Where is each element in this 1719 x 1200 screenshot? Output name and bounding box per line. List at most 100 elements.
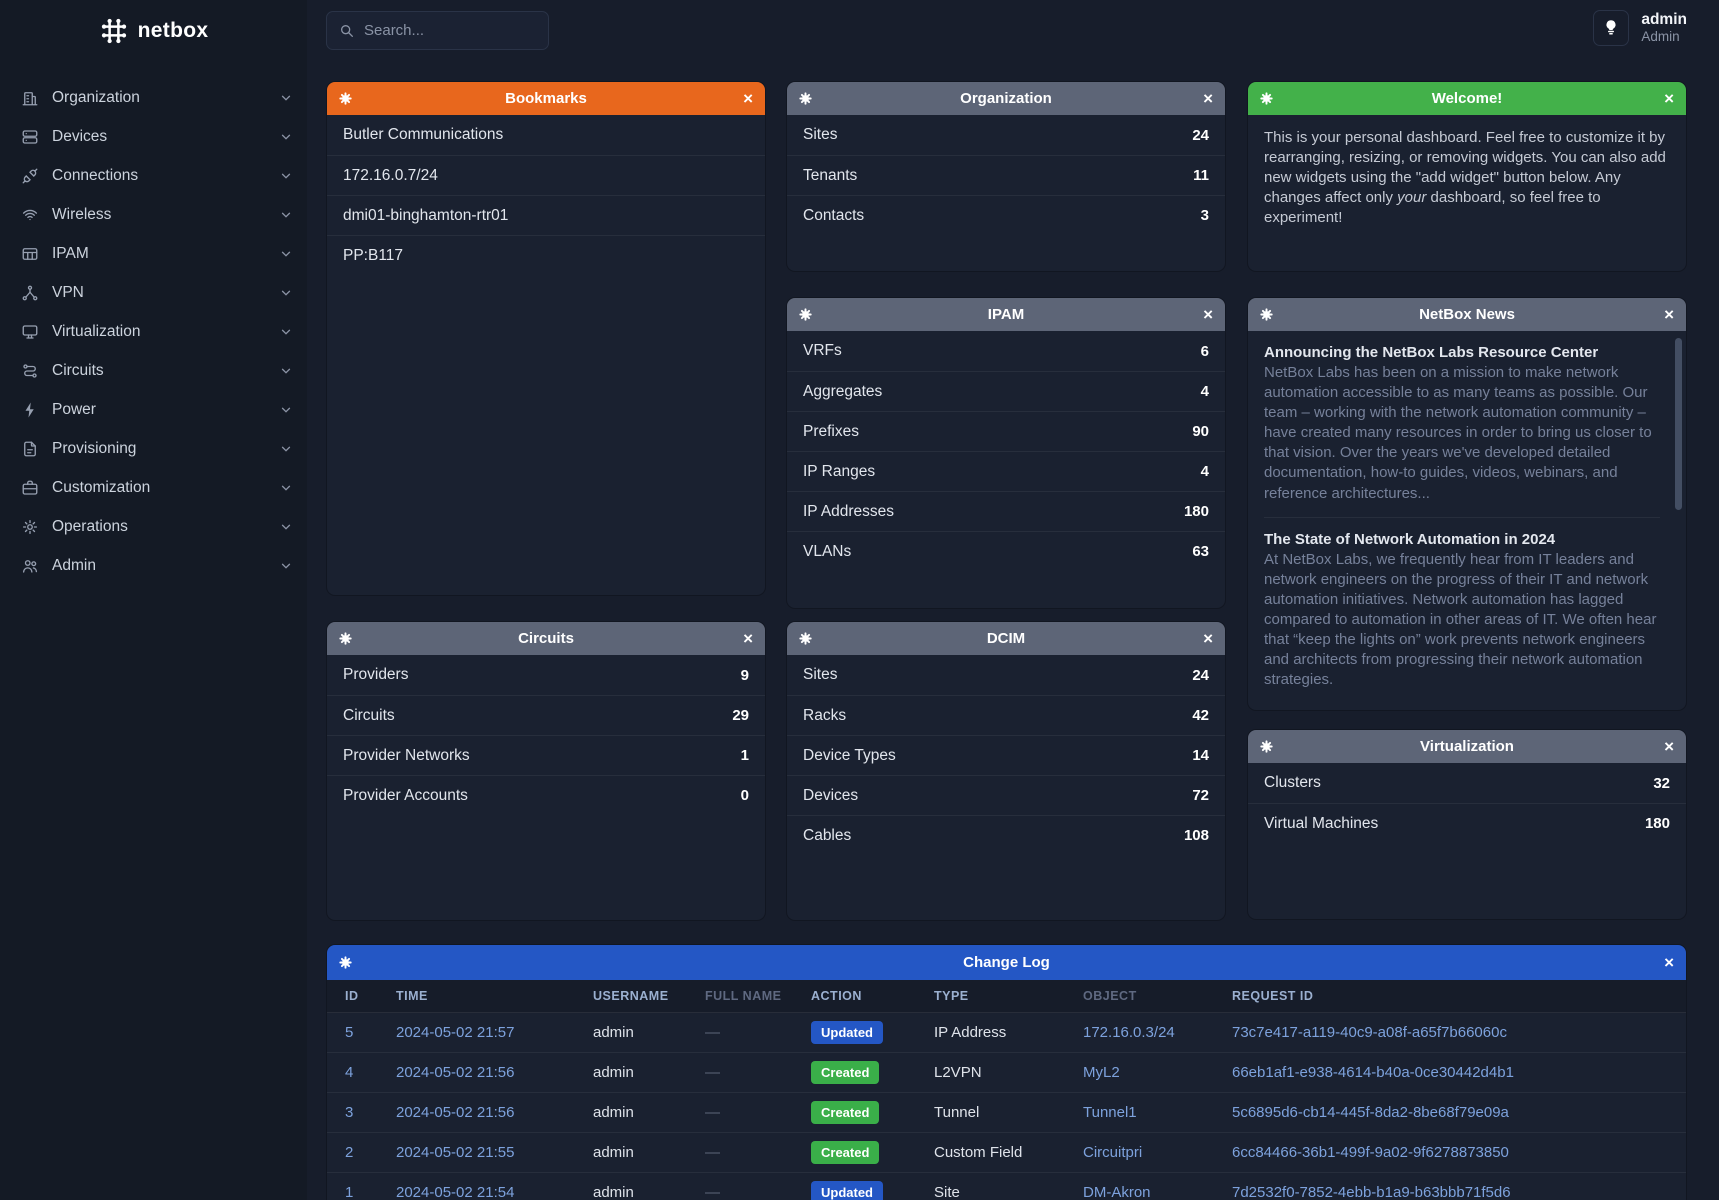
- stat-label[interactable]: Clusters: [1264, 774, 1321, 792]
- bookmark-item[interactable]: PP:B117: [327, 235, 765, 275]
- close-icon[interactable]: ×: [1664, 90, 1674, 107]
- change-time-link[interactable]: 2024-05-02 21:57: [396, 1024, 514, 1041]
- stat-label[interactable]: Racks: [803, 707, 846, 725]
- gear-icon[interactable]: [799, 92, 812, 105]
- sidebar-item-customization[interactable]: Customization: [0, 468, 307, 507]
- news-article-title[interactable]: The State of Network Automation in 2024: [1264, 531, 1660, 548]
- sidebar-item-circuits[interactable]: Circuits: [0, 351, 307, 390]
- sidebar-item-connections[interactable]: Connections: [0, 156, 307, 195]
- change-time-link[interactable]: 2024-05-02 21:54: [396, 1184, 514, 1200]
- sidebar-item-virtualization[interactable]: Virtualization: [0, 312, 307, 351]
- sidebar-item-wireless[interactable]: Wireless: [0, 195, 307, 234]
- gear-icon[interactable]: [339, 92, 352, 105]
- close-icon[interactable]: ×: [743, 90, 753, 107]
- change-time-link[interactable]: 2024-05-02 21:55: [396, 1144, 514, 1161]
- gear-icon[interactable]: [1260, 740, 1273, 753]
- stat-value[interactable]: 32: [1653, 775, 1670, 792]
- stat-value[interactable]: 42: [1192, 707, 1209, 724]
- stat-value[interactable]: 1: [741, 747, 749, 764]
- stat-label[interactable]: Tenants: [803, 167, 857, 185]
- stat-value[interactable]: 14: [1192, 747, 1209, 764]
- change-object-link[interactable]: Tunnel1: [1083, 1104, 1137, 1121]
- gear-icon[interactable]: [1260, 92, 1273, 105]
- stat-value[interactable]: 24: [1192, 127, 1209, 144]
- stat-label[interactable]: Sites: [803, 126, 837, 144]
- news-article-title[interactable]: Announcing the NetBox Labs Resource Cent…: [1264, 344, 1660, 361]
- change-id-link[interactable]: 2: [345, 1144, 353, 1161]
- change-id-link[interactable]: 5: [345, 1024, 353, 1041]
- close-icon[interactable]: ×: [1664, 954, 1674, 971]
- gear-icon[interactable]: [339, 956, 352, 969]
- change-object-link[interactable]: MyL2: [1083, 1064, 1120, 1081]
- stat-value[interactable]: 72: [1192, 787, 1209, 804]
- search-input[interactable]: [364, 22, 536, 39]
- sidebar-item-ipam[interactable]: IPAM: [0, 234, 307, 273]
- change-id-link[interactable]: 4: [345, 1064, 353, 1081]
- sidebar-item-vpn[interactable]: VPN: [0, 273, 307, 312]
- stat-label[interactable]: Contacts: [803, 207, 864, 225]
- stat-label[interactable]: Devices: [803, 787, 858, 805]
- stat-label[interactable]: VLANs: [803, 543, 851, 561]
- stat-label[interactable]: Providers: [343, 666, 408, 684]
- change-time-link[interactable]: 2024-05-02 21:56: [396, 1104, 514, 1121]
- gear-icon[interactable]: [799, 308, 812, 321]
- user-menu[interactable]: admin Admin: [1593, 10, 1687, 46]
- stat-label[interactable]: Device Types: [803, 747, 896, 765]
- stat-label[interactable]: Prefixes: [803, 423, 859, 441]
- change-request-id-link[interactable]: 73c7e417-a119-40c9-a08f-a65f7b66060c: [1232, 1024, 1507, 1041]
- stat-label[interactable]: Virtual Machines: [1264, 815, 1378, 833]
- close-icon[interactable]: ×: [1203, 630, 1213, 647]
- stat-label[interactable]: Sites: [803, 666, 837, 684]
- stat-label[interactable]: Provider Accounts: [343, 787, 468, 805]
- stat-value[interactable]: 0: [741, 787, 749, 804]
- change-time-link[interactable]: 2024-05-02 21:56: [396, 1064, 514, 1081]
- gear-icon[interactable]: [339, 632, 352, 645]
- stat-value[interactable]: 24: [1192, 667, 1209, 684]
- stat-value[interactable]: 11: [1193, 167, 1209, 184]
- stat-label[interactable]: IP Addresses: [803, 503, 894, 521]
- change-request-id-link[interactable]: 6cc84466-36b1-499f-9a02-9f6278873850: [1232, 1144, 1509, 1161]
- change-object-link[interactable]: 172.16.0.3/24: [1083, 1024, 1175, 1041]
- close-icon[interactable]: ×: [1203, 306, 1213, 323]
- bookmark-item[interactable]: 172.16.0.7/24: [327, 155, 765, 195]
- stat-value[interactable]: 63: [1192, 543, 1209, 560]
- stat-label[interactable]: Circuits: [343, 707, 395, 725]
- sidebar-item-admin[interactable]: Admin: [0, 546, 307, 585]
- stat-value[interactable]: 29: [732, 707, 749, 724]
- close-icon[interactable]: ×: [743, 630, 753, 647]
- stat-label[interactable]: VRFs: [803, 342, 842, 360]
- brand[interactable]: netbox: [0, 0, 307, 56]
- sidebar-item-operations[interactable]: Operations: [0, 507, 307, 546]
- change-id-link[interactable]: 3: [345, 1104, 353, 1121]
- stat-value[interactable]: 9: [741, 667, 749, 684]
- change-request-id-link[interactable]: 7d2532f0-7852-4ebb-b1a9-b63bbb71f5d6: [1232, 1184, 1511, 1200]
- change-id-link[interactable]: 1: [345, 1184, 353, 1200]
- stat-value[interactable]: 4: [1201, 463, 1209, 480]
- scrollbar-thumb[interactable]: [1675, 338, 1682, 510]
- stat-label[interactable]: Cables: [803, 827, 851, 845]
- stat-label[interactable]: Provider Networks: [343, 747, 470, 765]
- change-request-id-link[interactable]: 66eb1af1-e938-4614-b40a-0ce30442d4b1: [1232, 1064, 1514, 1081]
- close-icon[interactable]: ×: [1664, 738, 1674, 755]
- bookmark-item[interactable]: Butler Communications: [327, 115, 765, 155]
- stat-value[interactable]: 3: [1201, 207, 1209, 224]
- change-object-link[interactable]: DM-Akron: [1083, 1184, 1151, 1200]
- stat-value[interactable]: 108: [1184, 827, 1209, 844]
- stat-value[interactable]: 180: [1184, 503, 1209, 520]
- stat-value[interactable]: 4: [1201, 383, 1209, 400]
- close-icon[interactable]: ×: [1664, 306, 1674, 323]
- stat-value[interactable]: 6: [1201, 343, 1209, 360]
- stat-label[interactable]: Aggregates: [803, 383, 882, 401]
- change-object-link[interactable]: Circuitpri: [1083, 1144, 1142, 1161]
- sidebar-item-organization[interactable]: Organization: [0, 78, 307, 117]
- change-request-id-link[interactable]: 5c6895d6-cb14-445f-8da2-8be68f79e09a: [1232, 1104, 1509, 1121]
- bookmark-item[interactable]: dmi01-binghamton-rtr01: [327, 195, 765, 235]
- stat-value[interactable]: 180: [1645, 815, 1670, 832]
- sidebar-item-devices[interactable]: Devices: [0, 117, 307, 156]
- sidebar-item-provisioning[interactable]: Provisioning: [0, 429, 307, 468]
- stat-value[interactable]: 90: [1192, 423, 1209, 440]
- gear-icon[interactable]: [799, 632, 812, 645]
- theme-toggle-button[interactable]: [1593, 10, 1629, 46]
- gear-icon[interactable]: [1260, 308, 1273, 321]
- close-icon[interactable]: ×: [1203, 90, 1213, 107]
